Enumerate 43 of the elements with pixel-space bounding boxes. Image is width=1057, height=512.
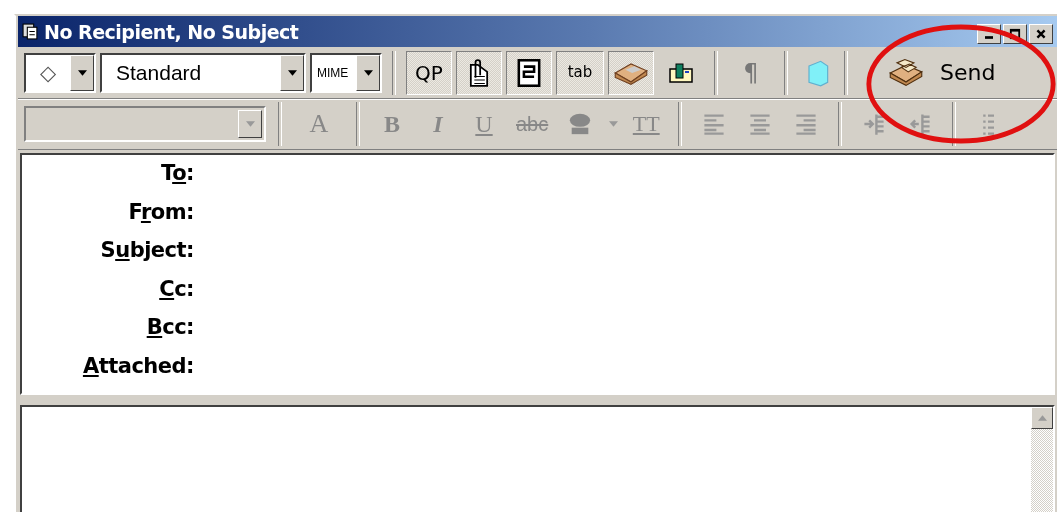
- maximize-icon: [1009, 27, 1021, 40]
- italic-button[interactable]: I: [418, 104, 458, 144]
- strikethrough-button[interactable]: abc: [510, 104, 555, 144]
- align-center-icon: [748, 112, 773, 136]
- close-button[interactable]: [1029, 23, 1053, 44]
- scroll-up-button[interactable]: [1031, 407, 1053, 429]
- caret-icon: [245, 121, 255, 127]
- typewriter-button[interactable]: TT: [626, 104, 667, 144]
- document-icon: [516, 58, 542, 87]
- qp-button[interactable]: QP: [406, 50, 452, 95]
- outdent-icon: [908, 112, 933, 136]
- field-label: Subject:: [99, 238, 194, 264]
- caret-icon: [287, 69, 297, 76]
- document-button[interactable]: [506, 50, 552, 95]
- style-dropdown[interactable]: Standard: [100, 52, 306, 93]
- list-icon: [982, 112, 995, 136]
- align-right-icon: [794, 112, 819, 136]
- tab-button[interactable]: tab: [556, 50, 604, 95]
- bold-button[interactable]: B: [372, 104, 412, 144]
- align-left-icon: [702, 112, 727, 136]
- caret-icon: [363, 69, 373, 76]
- symbol-dropdown[interactable]: ◇: [24, 52, 96, 93]
- box-icon: [888, 57, 924, 88]
- scrollbar[interactable]: [1031, 407, 1053, 512]
- field-label: To:: [160, 161, 194, 187]
- field-label: Cc:: [158, 276, 194, 303]
- field-label: From:: [127, 199, 194, 226]
- document-icon: [22, 23, 39, 40]
- indent-icon: [862, 112, 887, 136]
- field-label: Bcc:: [145, 315, 194, 341]
- encoding-dropdown[interactable]: MIME: [310, 52, 382, 93]
- font-size-button[interactable]: A: [294, 104, 344, 144]
- speech-bubble-icon: [568, 112, 593, 136]
- message-body-field[interactable]: [20, 405, 1055, 512]
- box-button[interactable]: [608, 50, 654, 95]
- up-arrow-icon: [1037, 415, 1047, 421]
- underline-button[interactable]: U: [464, 104, 504, 144]
- field-label: Attached:: [81, 353, 194, 380]
- minimize-icon: [985, 36, 993, 39]
- attach-button[interactable]: [456, 50, 502, 95]
- caret-icon: [77, 69, 87, 76]
- window-title: No Recipient, No Subject: [44, 20, 299, 43]
- close-icon: [1035, 27, 1047, 40]
